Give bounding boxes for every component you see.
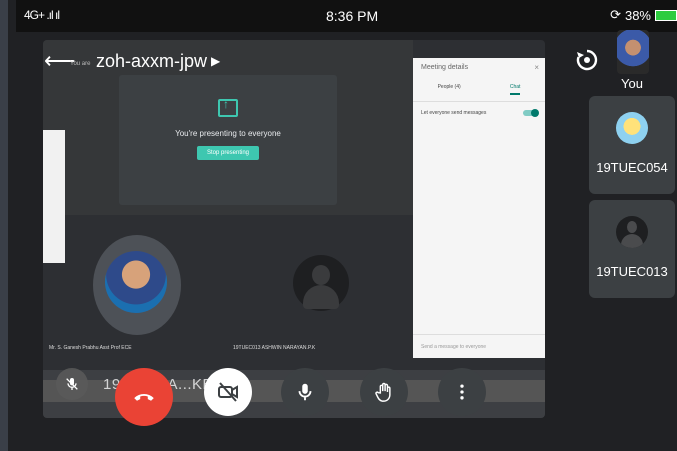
end-call-icon xyxy=(134,394,154,401)
panel-title: Meeting details xyxy=(421,64,469,71)
more-options-button[interactable] xyxy=(438,368,486,416)
tab-chat[interactable]: Chat xyxy=(509,84,521,95)
panel-tabs: People (4) Chat xyxy=(413,78,545,102)
panel-close-icon[interactable]: × xyxy=(534,63,539,72)
toggle-label: Let everyone send messages xyxy=(421,110,487,116)
stop-presenting-button[interactable]: Stop presenting xyxy=(196,146,260,160)
mic-off-icon[interactable] xyxy=(56,368,88,400)
mic-icon xyxy=(298,383,312,401)
participant-name-19tuec054: 19TUEC054 xyxy=(596,160,668,175)
battery-icon xyxy=(655,9,677,21)
chevron-right-icon[interactable]: ▶ xyxy=(211,54,220,68)
participant-name: 19TUEC013 ASHWIN NARAYAN.P.K xyxy=(233,345,316,351)
you-are-label: You are xyxy=(70,61,91,67)
sync-icon: ⟳ xyxy=(610,7,621,22)
status-bar: 4G+ .ıl ıl 8:36 PM ⟳ 38% xyxy=(16,0,677,32)
participant-name-you: You xyxy=(621,76,643,91)
share-screen-icon xyxy=(218,97,238,117)
participant-tile-19tuec013[interactable]: 19TUEC013 xyxy=(589,200,675,298)
presenting-text: You're presenting to everyone xyxy=(175,129,281,138)
chat-input[interactable]: Send a message to everyone xyxy=(413,334,545,358)
signal-indicator: 4G+ .ıl ıl xyxy=(24,8,60,22)
participant-name-19tuec013: 19TUEC013 xyxy=(596,264,668,279)
default-avatar xyxy=(616,216,648,248)
meeting-code[interactable]: zoh-axxm-jpw xyxy=(96,51,207,72)
send-messages-toggle[interactable] xyxy=(523,109,539,117)
presenter-tile xyxy=(93,235,181,335)
you-avatar xyxy=(617,30,649,74)
status-right: ⟳ 38% xyxy=(610,7,677,23)
send-messages-row: Let everyone send messages xyxy=(413,102,545,124)
participant-tile-19tuec054[interactable]: 19TUEC054 xyxy=(589,96,675,194)
clock: 8:36 PM xyxy=(326,8,379,24)
tab-people[interactable]: People (4) xyxy=(438,84,461,95)
camera-off-button[interactable] xyxy=(204,368,252,416)
more-vertical-icon xyxy=(460,384,464,400)
app-frame: 4G+ .ıl ıl 8:36 PM ⟳ 38% You're presenti… xyxy=(0,0,677,451)
camera-off-icon xyxy=(218,382,238,402)
side-strip xyxy=(43,130,65,263)
presenting-card: You're presenting to everyone Stop prese… xyxy=(119,75,337,205)
presenter-name: Mr. S. Ganesh Prabhu Asst Prof ECE xyxy=(49,345,132,351)
participant-avatar xyxy=(293,255,349,311)
lightbulb-avatar xyxy=(616,112,648,144)
presenter-avatar xyxy=(105,251,167,313)
participant-tile-you[interactable]: You xyxy=(589,30,675,91)
end-call-button[interactable] xyxy=(115,368,173,426)
call-controls xyxy=(8,360,677,440)
raise-hand-icon xyxy=(375,382,391,402)
meeting-details-panel: Meeting details × People (4) Chat Let ev… xyxy=(413,58,545,358)
microphone-button[interactable] xyxy=(281,368,329,416)
battery-percent: 38% xyxy=(624,7,651,23)
raise-hand-button[interactable] xyxy=(360,368,408,416)
